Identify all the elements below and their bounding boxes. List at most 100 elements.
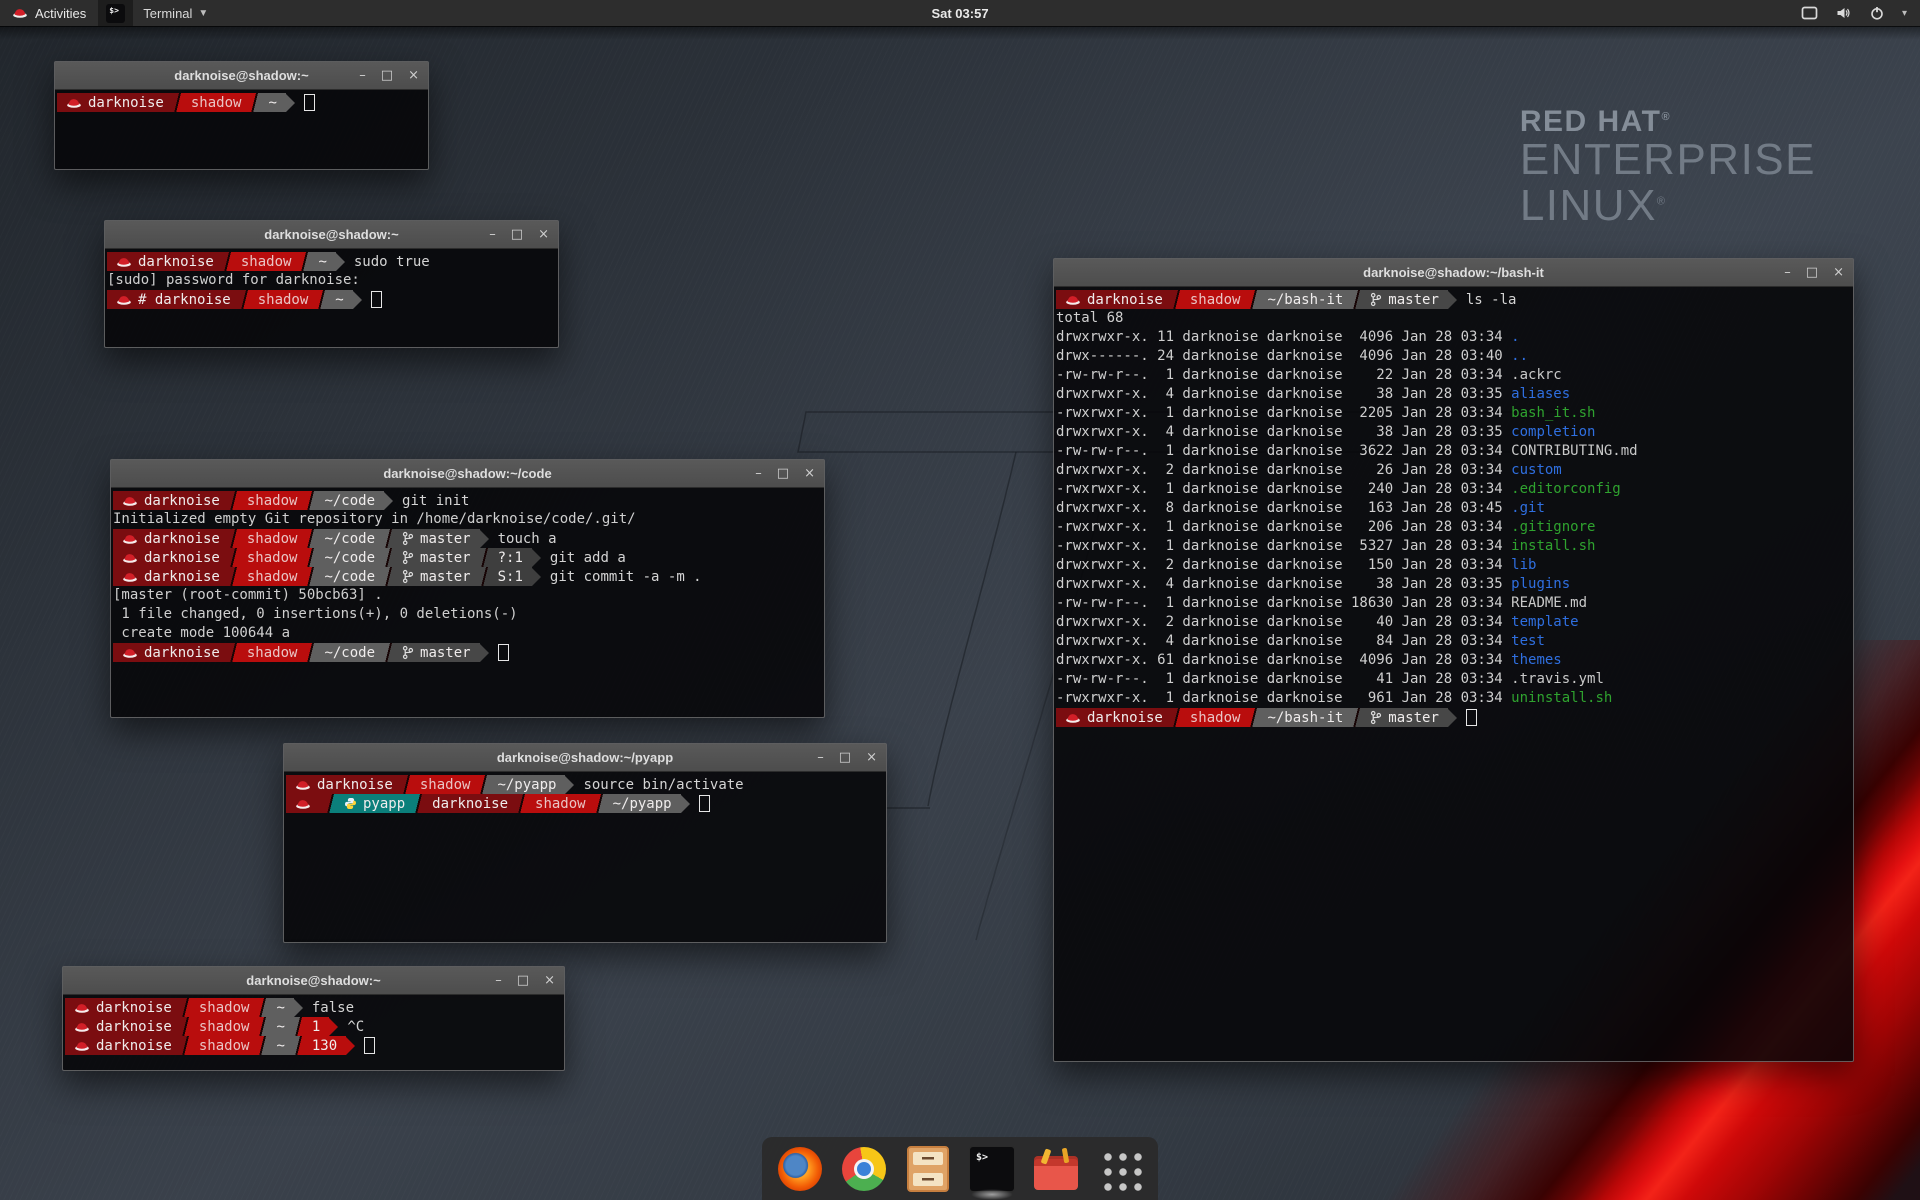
close-button[interactable]: × (866, 751, 877, 764)
prompt-line: pyappdarknoiseshadow~/pyapp (286, 794, 884, 813)
command-text: source bin/activate (583, 777, 743, 793)
dock-item-toolbox[interactable] (1033, 1146, 1079, 1192)
redhat-icon (1065, 294, 1081, 306)
minimize-button[interactable]: – (1784, 266, 1791, 279)
minimize-button[interactable]: – (359, 69, 366, 82)
window-controls: – □ × (495, 967, 555, 994)
terminal-code: darknoise@shadow:~/code–□×darknoiseshado… (110, 459, 825, 718)
close-button[interactable]: × (804, 467, 815, 480)
terminal-pyapp-content[interactable]: darknoiseshadow~/pyappsource bin/activat… (284, 772, 886, 813)
command-text: git init (402, 493, 469, 509)
segment-separator (240, 290, 249, 309)
file-list-row: -rwxrwxr-x. 1 darknoise darknoise 5327 J… (1056, 537, 1851, 556)
redhat-icon (116, 294, 132, 306)
file-list-row: drwxrwxr-x. 11 darknoise darknoise 4096 … (1056, 328, 1851, 347)
terminal-cursor (371, 291, 382, 308)
dock-item-files[interactable] (905, 1146, 951, 1192)
redhat-icon (295, 779, 311, 791)
prompt-segment: shadow (238, 491, 307, 510)
minimize-button[interactable]: – (817, 751, 824, 764)
segment-separator (181, 1017, 190, 1036)
prompt-segment: darknoise (113, 567, 229, 586)
close-button[interactable]: × (1833, 266, 1844, 279)
watermark-enterprise: ENTERPRISE (1520, 137, 1816, 183)
active-indicator (971, 1189, 1013, 1200)
status-area[interactable]: ▾ (1801, 0, 1920, 26)
close-button[interactable]: × (544, 974, 555, 987)
maximize-button[interactable]: □ (1806, 266, 1818, 279)
prompt-segment: darknoise (1056, 708, 1172, 727)
dock-item-firefox[interactable] (777, 1146, 823, 1192)
prompt-segment: shadow (190, 1036, 259, 1055)
minimize-button[interactable]: – (489, 228, 496, 241)
git-branch-icon (1370, 710, 1382, 725)
close-button[interactable]: × (408, 69, 419, 82)
segment-separator (223, 252, 232, 271)
close-button[interactable]: × (538, 228, 549, 241)
terminal-icon (970, 1147, 1014, 1191)
redhat-icon (74, 1021, 90, 1033)
segment-separator (317, 290, 326, 309)
terminal-sudo-titlebar[interactable]: darknoise@shadow:~–□× (105, 221, 558, 249)
file-list-row: drwxrwxr-x. 4 darknoise darknoise 38 Jan… (1056, 423, 1851, 442)
minimize-button[interactable]: – (495, 974, 502, 987)
app-menu-terminal[interactable]: Terminal ▼ (133, 0, 218, 26)
segment-separator (229, 529, 238, 548)
dock-item-terminal[interactable] (969, 1146, 1015, 1192)
maximize-button[interactable]: □ (839, 751, 851, 764)
file-list-row: drwxrwxr-x. 4 darknoise darknoise 84 Jan… (1056, 632, 1851, 651)
terminal-bash-it-content[interactable]: darknoiseshadow~/bash-itmasterls -latota… (1054, 287, 1853, 727)
terminal-exit-codes-content[interactable]: darknoiseshadow~falsedarknoiseshadow~1^C… (63, 995, 564, 1055)
minimize-button[interactable]: – (755, 467, 762, 480)
terminal-code-titlebar[interactable]: darknoise@shadow:~/code–□× (111, 460, 824, 488)
terminal-pyapp-titlebar[interactable]: darknoise@shadow:~/pyapp–□× (284, 744, 886, 772)
file-list-row: drwxrwxr-x. 2 darknoise darknoise 150 Ja… (1056, 556, 1851, 575)
maximize-button[interactable]: □ (517, 974, 529, 987)
maximize-button[interactable]: □ (511, 228, 523, 241)
prompt-arrow (565, 776, 574, 794)
terminal-home-mini-content[interactable]: darknoiseshadow~ (55, 90, 428, 112)
terminal-sudo-content[interactable]: darknoiseshadow~sudo true[sudo] password… (105, 249, 558, 309)
segment-separator (480, 567, 489, 586)
terminal-cursor (699, 795, 710, 812)
file-list-row: -rwxrwxr-x. 1 darknoise darknoise 240 Ja… (1056, 480, 1851, 499)
file-name: lib (1511, 557, 1536, 573)
prompt-line: darknoiseshadow~/codemastertouch a (113, 529, 822, 548)
file-name: .editorconfig (1511, 481, 1621, 497)
command-text: git commit -a -m . (550, 569, 702, 585)
display-icon (1801, 6, 1818, 20)
terminal-sudo: darknoise@shadow:~–□×darknoiseshadow~sud… (104, 220, 559, 348)
prompt-segment: shadow (526, 794, 595, 813)
segment-separator (258, 998, 267, 1017)
segment-separator (1249, 290, 1258, 309)
dock-item-app-grid[interactable] (1097, 1146, 1143, 1192)
window-controls: – □ × (489, 221, 549, 248)
file-list-row: -rw-rw-r--. 1 darknoise darknoise 3622 J… (1056, 442, 1851, 461)
command-text: false (312, 1000, 354, 1016)
prompt-line: darknoiseshadow~1^C (65, 1017, 562, 1036)
prompt-line: darknoiseshadow~false (65, 998, 562, 1017)
prompt-segment: darknoise (107, 252, 223, 271)
segment-separator (1172, 290, 1181, 309)
terminal-exit-codes-titlebar[interactable]: darknoise@shadow:~–□× (63, 967, 564, 995)
segment-separator (229, 548, 238, 567)
segment-separator (384, 643, 393, 662)
file-name: .gitignore (1511, 519, 1595, 535)
segment-separator (326, 794, 335, 813)
dock (762, 1137, 1158, 1200)
terminal-code-content[interactable]: darknoiseshadow~/codegit initInitialized… (111, 488, 824, 662)
python-icon (344, 797, 357, 810)
file-list-row: drwxrwxr-x. 8 darknoise darknoise 163 Ja… (1056, 499, 1851, 518)
terminal-exit-codes: darknoise@shadow:~–□×darknoiseshadow~fal… (62, 966, 565, 1071)
dock-item-chrome[interactable] (841, 1146, 887, 1192)
window-title: darknoise@shadow:~/bash-it (1363, 265, 1544, 280)
terminal-home-mini-titlebar[interactable]: darknoise@shadow:~–□× (55, 62, 428, 90)
app-menu-label: Terminal (143, 6, 192, 21)
prompt-segment: ~/code (315, 529, 384, 548)
maximize-button[interactable]: □ (777, 467, 789, 480)
activities-button[interactable]: Activities (0, 0, 98, 26)
terminal-app-icon: $> (106, 4, 125, 23)
clock[interactable]: Sat 03:57 (931, 6, 988, 21)
terminal-bash-it-titlebar[interactable]: darknoise@shadow:~/bash-it – □ × (1054, 259, 1853, 287)
maximize-button[interactable]: □ (381, 69, 393, 82)
